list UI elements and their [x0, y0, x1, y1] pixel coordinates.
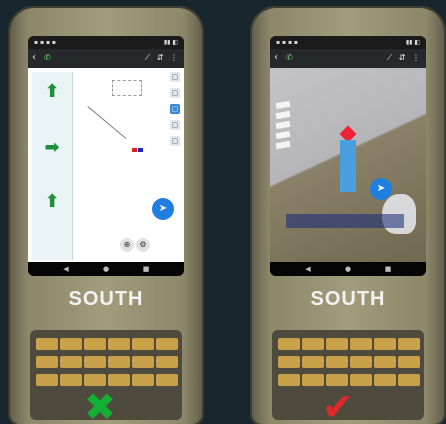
- key[interactable]: [374, 356, 396, 368]
- key[interactable]: [302, 356, 324, 368]
- key[interactable]: [398, 338, 420, 350]
- key[interactable]: [84, 338, 106, 350]
- tool-icon-active[interactable]: ▢: [170, 104, 180, 114]
- guide-north: ⬆: [36, 82, 68, 102]
- key[interactable]: [156, 374, 178, 386]
- phone-icon[interactable]: ✆: [286, 53, 293, 62]
- brand-logo: SOUTH: [310, 288, 386, 310]
- key[interactable]: [108, 356, 130, 368]
- arrow-right-icon: ➡: [44, 137, 60, 158]
- zoom-icon[interactable]: ⊕: [120, 238, 134, 252]
- app-bar: ‹ ✆ ⟋ ⇵ ⋮: [270, 49, 426, 68]
- arrow-up-icon: ⬆: [44, 191, 60, 212]
- app-bar-tools[interactable]: ⟋ ⇵ ⋮: [387, 53, 422, 63]
- target-point-marker: [132, 148, 137, 152]
- map-bottom-tools: ⊕ ⚙: [120, 238, 184, 258]
- ar-info-banner: [286, 214, 404, 228]
- back-icon[interactable]: ‹: [274, 52, 278, 64]
- key[interactable]: [350, 356, 372, 368]
- android-nav-bar: ◀ ● ■: [28, 262, 184, 276]
- ar-camera-view[interactable]: ➤: [270, 68, 426, 262]
- direction-guide-panel: ⬆ ➡ ⬆: [32, 72, 73, 260]
- road-markings: [275, 98, 310, 162]
- map-canvas[interactable]: ➤ ⊕ ⚙: [74, 72, 178, 260]
- device-left: ▪ ▪ ▪ ▪ ▮▮ ◧ ‹ ✆ ⟋ ⇵ ⋮ ⬆ ➡ ⬆ ➤ ⊕ ⚙ ▢ ▢ ▢…: [8, 6, 204, 424]
- back-nav-icon[interactable]: ◀: [46, 262, 86, 276]
- key[interactable]: [398, 356, 420, 368]
- tool-icon[interactable]: ▢: [170, 136, 180, 146]
- tool-icon[interactable]: ▢: [170, 120, 180, 130]
- guide-height: ⬆: [36, 192, 68, 212]
- key[interactable]: [156, 356, 178, 368]
- map-side-toolbar: ▢ ▢ ▢ ▢ ▢: [170, 72, 180, 152]
- home-icon[interactable]: ●: [328, 262, 368, 276]
- key[interactable]: [278, 338, 300, 350]
- tool-icon[interactable]: ▢: [170, 88, 180, 98]
- key[interactable]: [36, 356, 58, 368]
- brand-logo: SOUTH: [68, 288, 144, 310]
- ar-stakeout-pole: [340, 140, 356, 192]
- settings-icon[interactable]: ⚙: [136, 238, 150, 252]
- recent-apps-icon[interactable]: ■: [126, 262, 166, 276]
- device-right-screen: ▪ ▪ ▪ ▪ ▮▮ ◧ ‹ ✆ ⟋ ⇵ ⋮ ➤ ◀ ● ■: [270, 36, 426, 276]
- status-icons-right: ▮▮ ◧: [163, 39, 178, 46]
- status-bar: ▪ ▪ ▪ ▪ ▮▮ ◧: [28, 36, 184, 49]
- stakeout-map-view: ⬆ ➡ ⬆ ➤ ⊕ ⚙ ▢ ▢ ▢ ▢ ▢: [28, 68, 184, 262]
- device-right: ▪ ▪ ▪ ▪ ▮▮ ◧ ‹ ✆ ⟋ ⇵ ⋮ ➤ ◀ ● ■ SOUTH: [250, 6, 446, 424]
- key[interactable]: [278, 356, 300, 368]
- key[interactable]: [60, 356, 82, 368]
- status-icons-right: ▮▮ ◧: [405, 39, 420, 46]
- key[interactable]: [132, 374, 154, 386]
- key[interactable]: [326, 338, 348, 350]
- comparison-stage: ▪ ▪ ▪ ▪ ▮▮ ◧ ‹ ✆ ⟋ ⇵ ⋮ ⬆ ➡ ⬆ ➤ ⊕ ⚙ ▢ ▢ ▢…: [0, 0, 446, 424]
- phone-icon[interactable]: ✆: [44, 53, 51, 62]
- arrow-up-icon: ⬆: [44, 81, 60, 102]
- key[interactable]: [132, 338, 154, 350]
- key[interactable]: [350, 338, 372, 350]
- location-icon[interactable]: ➤: [152, 198, 174, 220]
- android-nav-bar: ◀ ● ■: [270, 262, 426, 276]
- key[interactable]: [108, 338, 130, 350]
- key[interactable]: [60, 338, 82, 350]
- back-nav-icon[interactable]: ◀: [288, 262, 328, 276]
- app-bar: ‹ ✆ ⟋ ⇵ ⋮: [28, 49, 184, 68]
- key[interactable]: [84, 356, 106, 368]
- key[interactable]: [36, 338, 58, 350]
- status-icons-left: ▪ ▪ ▪ ▪: [276, 39, 298, 46]
- map-overlay-box: [112, 80, 142, 96]
- stakeout-line: [87, 106, 127, 139]
- check-icon: ✔: [322, 385, 354, 424]
- key[interactable]: [374, 338, 396, 350]
- key[interactable]: [132, 356, 154, 368]
- device-left-screen: ▪ ▪ ▪ ▪ ▮▮ ◧ ‹ ✆ ⟋ ⇵ ⋮ ⬆ ➡ ⬆ ➤ ⊕ ⚙ ▢ ▢ ▢…: [28, 36, 184, 276]
- key[interactable]: [36, 374, 58, 386]
- guide-east: ➡: [36, 138, 68, 158]
- recent-apps-icon[interactable]: ■: [368, 262, 408, 276]
- key[interactable]: [374, 374, 396, 386]
- status-icons-left: ▪ ▪ ▪ ▪: [34, 39, 56, 46]
- location-icon[interactable]: ➤: [370, 178, 392, 200]
- key[interactable]: [398, 374, 420, 386]
- tool-icon[interactable]: ▢: [170, 72, 180, 82]
- key[interactable]: [302, 338, 324, 350]
- current-position-marker: [138, 148, 143, 152]
- key[interactable]: [278, 374, 300, 386]
- back-icon[interactable]: ‹: [32, 52, 36, 64]
- key[interactable]: [326, 356, 348, 368]
- status-bar: ▪ ▪ ▪ ▪ ▮▮ ◧: [270, 36, 426, 49]
- home-icon[interactable]: ●: [86, 262, 126, 276]
- app-bar-tools[interactable]: ⟋ ⇵ ⋮: [145, 53, 180, 63]
- key[interactable]: [302, 374, 324, 386]
- key[interactable]: [156, 338, 178, 350]
- cross-icon: ✖: [84, 385, 116, 424]
- key[interactable]: [60, 374, 82, 386]
